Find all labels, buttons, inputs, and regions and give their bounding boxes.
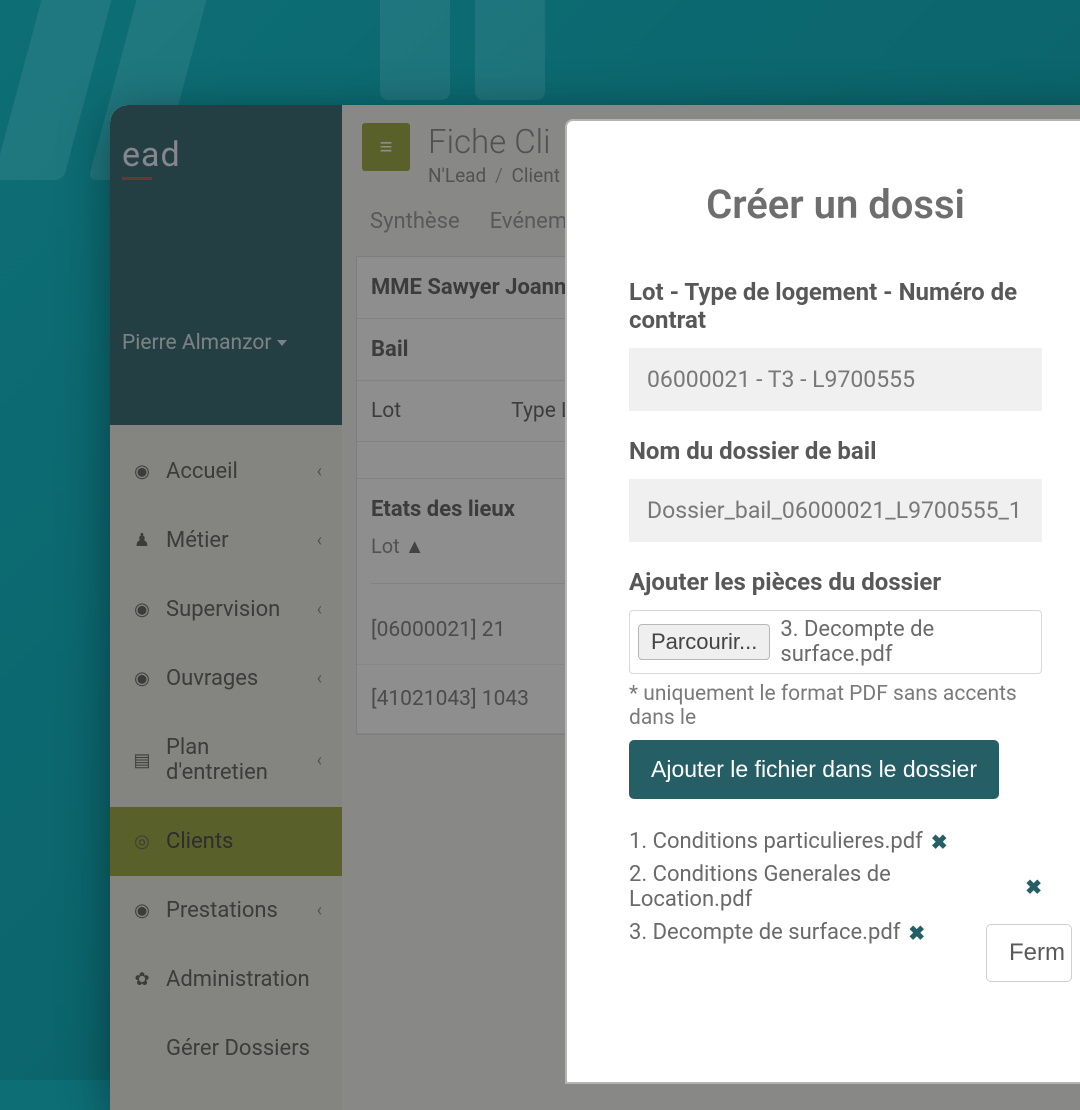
close-icon[interactable]: ✖: [908, 921, 925, 945]
file-list: 1. Conditions particulieres.pdf ✖ 2. Con…: [629, 825, 1042, 949]
close-icon[interactable]: ✖: [1025, 875, 1042, 899]
modal-title: Créer un dossi: [629, 181, 1042, 228]
selected-file-name: 3. Decompte de surface.pdf: [780, 617, 1033, 667]
close-button[interactable]: Ferm: [986, 924, 1072, 982]
pieces-label: Ajouter les pièces du dossier: [629, 568, 1042, 596]
lot-input[interactable]: [629, 348, 1042, 411]
close-icon[interactable]: ✖: [931, 830, 948, 854]
list-item: 2. Conditions Generales de Location.pdf …: [629, 858, 1042, 916]
create-dossier-modal: Créer un dossi Lot - Type de logement - …: [565, 119, 1080, 1084]
lot-label: Lot - Type de logement - Numéro de contr…: [629, 278, 1042, 334]
dossier-name-input[interactable]: [629, 479, 1042, 542]
add-file-button[interactable]: Ajouter le fichier dans le dossier: [629, 740, 999, 799]
file-picker: Parcourir... 3. Decompte de surface.pdf: [629, 610, 1042, 674]
modal-footer: Ferm: [986, 924, 1072, 982]
file-hint: * uniquement le format PDF sans accents …: [629, 682, 1042, 730]
list-item: 1. Conditions particulieres.pdf ✖: [629, 825, 1042, 858]
dossier-name-label: Nom du dossier de bail: [629, 437, 1042, 465]
list-item: 3. Decompte de surface.pdf ✖: [629, 916, 1042, 949]
browse-button[interactable]: Parcourir...: [638, 624, 770, 660]
